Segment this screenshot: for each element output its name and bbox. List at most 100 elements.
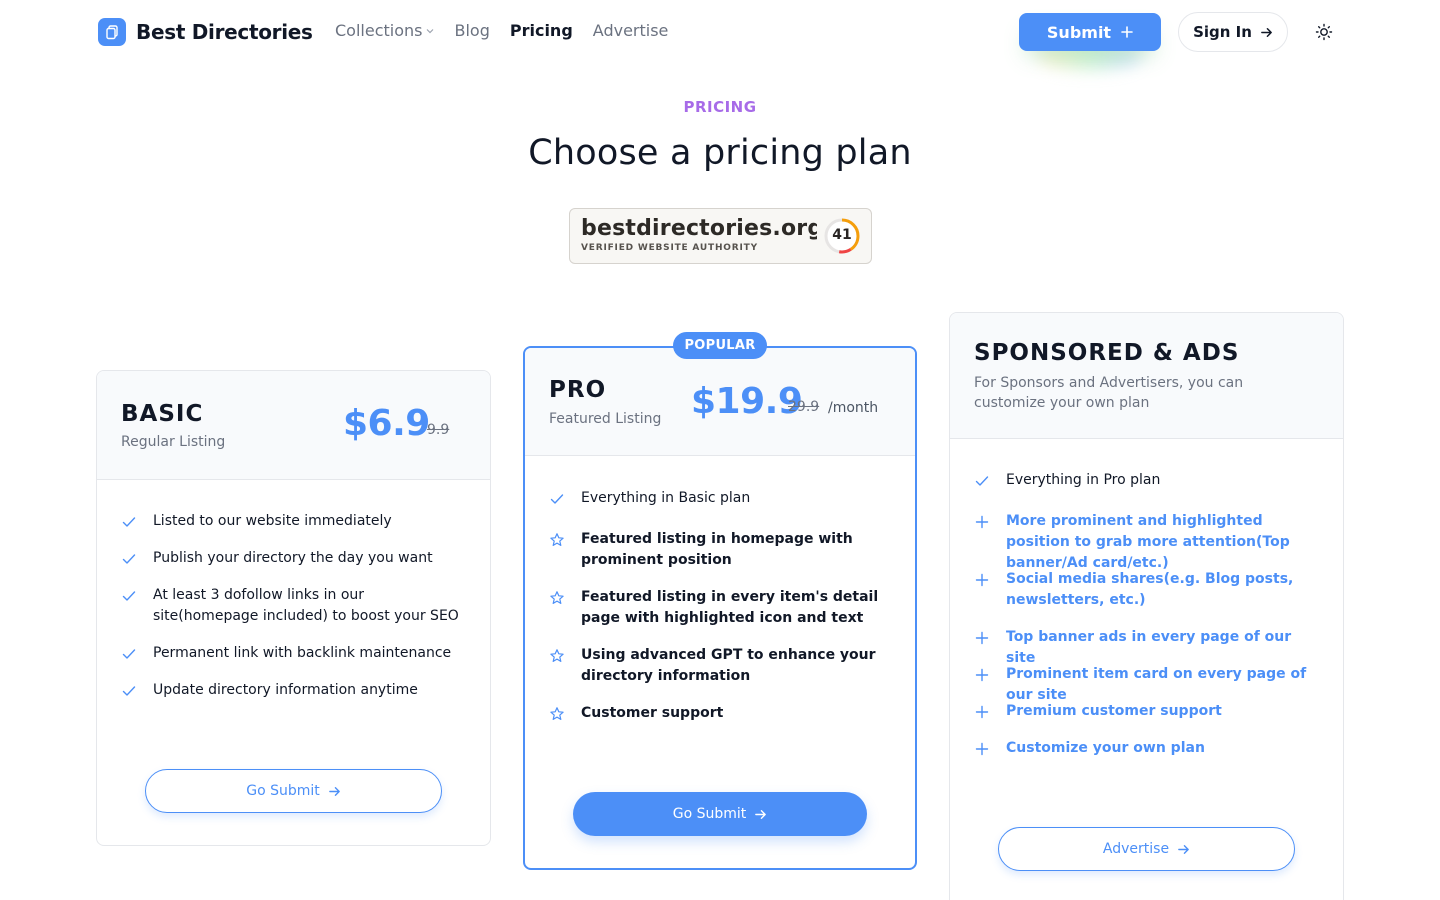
sun-icon (1315, 23, 1333, 41)
brand-logo[interactable]: Best Directories (98, 18, 313, 46)
plan-header-pro: PRO Featured Listing $19.9 29.9 /month (525, 348, 915, 456)
feature-text: Permanent link with backlink maintenance (153, 645, 452, 661)
check-icon (122, 649, 136, 659)
basic-go-submit-button[interactable]: Go Submit (145, 769, 442, 813)
star-icon (550, 707, 564, 720)
plan-name: BASIC (121, 401, 204, 427)
feature-text: Prominent item card on every page of our… (1006, 666, 1307, 703)
feature-text: Listed to our website immediately (153, 513, 392, 529)
plus-icon (975, 668, 989, 682)
feature-item: Update directory information anytime (121, 680, 466, 701)
plan-header-basic: BASIC Regular Listing $6.9 9.9 (97, 371, 490, 480)
nav-advertise[interactable]: Advertise (593, 21, 669, 40)
feature-item: Premium customer support (974, 701, 1319, 722)
plan-price: $19.9 (691, 381, 803, 422)
plan-card-sponsored: SPONSORED & ADS For Sponsors and Adverti… (949, 312, 1344, 900)
feature-item: Everything in Pro plan (974, 470, 1319, 491)
nav-pricing[interactable]: Pricing (510, 21, 573, 40)
plan-price: $6.9 (343, 403, 430, 444)
star-icon (550, 591, 564, 604)
brand-name: Best Directories (136, 20, 313, 44)
check-icon (122, 517, 136, 527)
plan-period: /month (828, 400, 879, 416)
plan-subtitle: Regular Listing (121, 434, 226, 450)
submit-button-label: Submit (1046, 22, 1112, 42)
feature-text: Featured listing in homepage with promin… (581, 531, 853, 568)
feature-text: Premium customer support (1006, 703, 1222, 719)
site-header: Best Directories Collections Blog Pricin… (0, 0, 1440, 70)
feature-item: Using advanced GPT to enhance your direc… (549, 645, 897, 687)
feature-item: Everything in Basic plan (549, 488, 897, 509)
check-icon (122, 686, 136, 696)
feature-text: Customize your own plan (1006, 740, 1205, 756)
button-label: Go Submit (672, 806, 747, 822)
feature-item: At least 3 dofollow links in our site(ho… (121, 585, 466, 627)
pricing-eyebrow: PRICING (683, 98, 757, 116)
feature-text: More prominent and highlighted position … (1006, 513, 1290, 571)
submit-button[interactable]: Submit (1019, 13, 1161, 51)
feature-item: Customize your own plan (974, 738, 1319, 759)
feature-item: Listed to our website immediately (121, 511, 466, 532)
main-nav: Collections Blog Pricing Advertise (335, 21, 688, 40)
plus-icon (1121, 26, 1133, 38)
feature-text: Featured listing in every item's detail … (581, 589, 879, 626)
arrow-right-icon (755, 809, 767, 819)
feature-text: Social media shares(e.g. Blog posts, new… (1006, 571, 1294, 608)
feature-text: Top banner ads in every page of our site (1006, 629, 1292, 666)
feature-item: Customer support (549, 703, 897, 724)
feature-item: Permanent link with backlink maintenance (121, 643, 466, 664)
arrow-right-icon (328, 786, 340, 796)
feature-item: More prominent and highlighted position … (974, 511, 1319, 574)
popular-badge: POPULAR (673, 332, 767, 359)
sign-in-label: Sign In (1193, 23, 1252, 41)
feature-text: Using advanced GPT to enhance your direc… (581, 647, 876, 684)
feature-item: Top banner ads in every page of our site (974, 627, 1319, 669)
feature-text: At least 3 dofollow links in our site(ho… (153, 587, 459, 624)
button-label: Advertise (1102, 841, 1170, 857)
nav-collections-label: Collections (335, 21, 423, 40)
feature-item: Featured listing in every item's detail … (549, 587, 897, 629)
nav-blog[interactable]: Blog (454, 21, 489, 40)
check-icon (975, 476, 989, 486)
plan-name: SPONSORED & ADS (974, 340, 1240, 366)
pro-go-submit-button[interactable]: Go Submit (573, 792, 867, 836)
plus-icon (975, 631, 989, 645)
star-icon (550, 533, 564, 546)
plan-old-price: 29.9 (788, 399, 820, 415)
feature-text: Everything in Basic plan (581, 490, 751, 506)
sign-in-button[interactable]: Sign In (1178, 12, 1288, 52)
button-label: Go Submit (246, 783, 320, 799)
arrow-right-icon (1261, 27, 1272, 37)
plan-card-pro: PRO Featured Listing $19.9 29.9 /month E… (523, 346, 917, 870)
feature-text: Everything in Pro plan (1006, 472, 1161, 488)
check-icon (122, 591, 136, 601)
feature-text: Customer support (581, 705, 724, 721)
star-icon (550, 649, 564, 662)
nav-blog-label: Blog (454, 21, 490, 40)
plan-header-sponsored: SPONSORED & ADS For Sponsors and Adverti… (950, 313, 1343, 439)
check-icon (122, 554, 136, 564)
chevron-down-icon (427, 28, 434, 33)
badge-subtitle: VERIFIED WEBSITE AUTHORITY (581, 243, 758, 253)
authority-badge[interactable]: bestdirectories.org VERIFIED WEBSITE AUT… (569, 208, 872, 264)
nav-pricing-label: Pricing (509, 21, 573, 40)
plan-name: PRO (549, 377, 607, 403)
plus-icon (975, 573, 989, 587)
nav-collections[interactable]: Collections (335, 21, 434, 40)
plus-icon (975, 515, 989, 529)
badge-domain: bestdirectories.org (581, 216, 817, 241)
plus-icon (975, 705, 989, 719)
check-icon (550, 494, 564, 504)
feature-item: Social media shares(e.g. Blog posts, new… (974, 569, 1319, 611)
plan-card-basic: BASIC Regular Listing $6.9 9.9 Listed to… (96, 370, 491, 846)
feature-item: Prominent item card on every page of our… (974, 664, 1319, 706)
theme-toggle-button[interactable] (1312, 20, 1336, 44)
authority-score: 41 (823, 217, 861, 255)
page-title: Choose a pricing plan (528, 133, 912, 173)
plan-old-price: 9.9 (427, 422, 450, 438)
plan-subtitle: For Sponsors and Advertisers, you can cu… (974, 375, 1244, 411)
plan-subtitle: Featured Listing (549, 411, 662, 427)
advertise-button[interactable]: Advertise (998, 827, 1295, 871)
feature-item: Publish your directory the day you want (121, 548, 466, 569)
feature-item: Featured listing in homepage with promin… (549, 529, 897, 571)
